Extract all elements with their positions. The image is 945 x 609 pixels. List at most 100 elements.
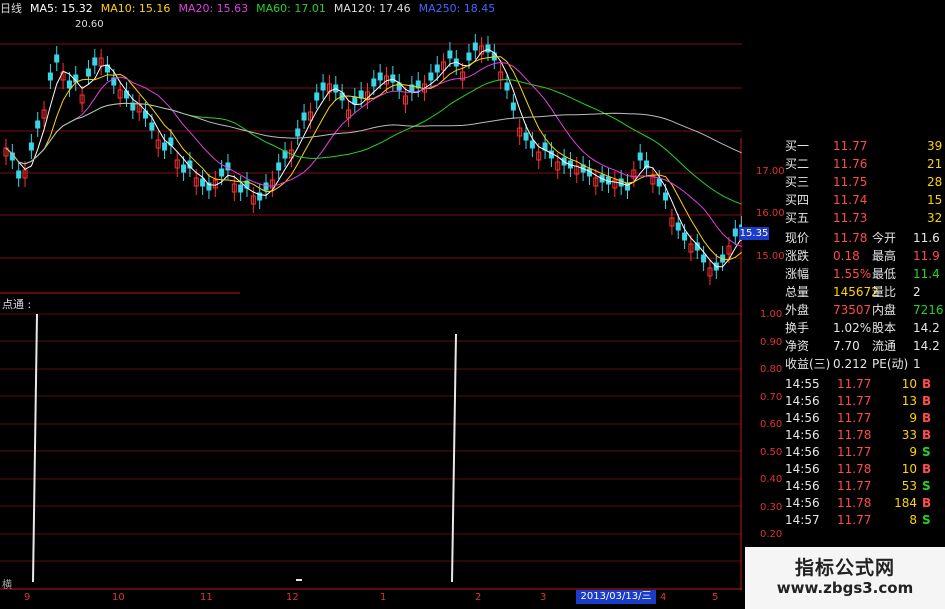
stat-row: 收益(三) 0.212 PE(动) 1: [785, 356, 945, 372]
bid-row[interactable]: 买四 11.74 15: [785, 192, 945, 208]
oscillator-panel: [32, 313, 457, 583]
tick-time: 14:56: [785, 428, 820, 442]
tick-row: 14:56 11.77 9 S: [785, 444, 945, 460]
stat-value: 73507: [833, 303, 872, 317]
cursor-date-tag: 2013/03/13/三: [576, 590, 656, 604]
candle-body: [637, 152, 643, 161]
ma120-label: MA120: 17.46: [333, 1, 411, 15]
stat-label-2: 股本: [872, 321, 897, 335]
tick-vol: 33: [901, 428, 917, 442]
tick-time: 14:56: [785, 394, 820, 408]
candle-body: [675, 222, 681, 231]
candle-body: [219, 168, 225, 177]
watermark-url: www.zbgs3.com: [776, 579, 914, 597]
candle-body: [301, 112, 307, 121]
bid-row[interactable]: 买一 11.77 39: [785, 138, 945, 154]
stat-row: 换手 1.02% 股本 14.2: [785, 320, 945, 336]
ma20-label: MA20: 15.63: [178, 1, 249, 15]
stat-value-2: 11.4: [913, 267, 940, 281]
candle-body: [377, 72, 383, 81]
stat-value-2: 14.2: [913, 339, 940, 353]
osc-scale-tick: 0.30: [760, 502, 783, 513]
oscillator-bottom-label: 横: [2, 580, 12, 591]
bid-volume: 28: [927, 175, 943, 189]
bid-label: 买三: [785, 175, 810, 189]
signal-spike: [32, 313, 38, 583]
x-tick: 1: [380, 592, 387, 603]
tick-time: 14:56: [785, 411, 820, 425]
bid-volume: 39: [927, 139, 943, 153]
candle-body: [16, 170, 22, 179]
stat-label-2: 内盘: [872, 303, 897, 317]
ma250-label: MA250: 18.45: [418, 1, 496, 15]
stat-label-2: 流通: [872, 339, 897, 353]
tick-vol: 8: [909, 513, 917, 527]
tick-row: 14:56 11.78 33 B: [785, 427, 945, 443]
ma60-label: MA60: 17.01: [256, 1, 326, 15]
stat-value-2: 11.9: [913, 249, 940, 263]
bid-label: 买一: [785, 139, 810, 153]
stat-row: 涨幅 1.55% 最低 11.4: [785, 266, 945, 282]
osc-scale-tick: 0.80: [760, 364, 783, 375]
watermark-title: 指标公式网: [794, 557, 895, 579]
stat-label: 涨幅: [785, 267, 810, 281]
candle-body: [66, 80, 72, 89]
tick-time: 14:56: [785, 496, 820, 510]
stat-label-2: 最高: [872, 249, 897, 263]
stat-label-2: 量比: [872, 285, 897, 299]
bid-row[interactable]: 买二 11.76 21: [785, 156, 945, 172]
tick-side: B: [922, 496, 932, 510]
candle-body: [701, 254, 707, 263]
bid-volume: 21: [927, 157, 943, 171]
candle-body: [485, 44, 491, 53]
tick-time: 14:56: [785, 479, 820, 493]
stat-label: 现价: [785, 231, 810, 245]
bid-price: 11.73: [833, 211, 868, 225]
candle-body: [28, 142, 34, 151]
stat-label: 净资: [785, 339, 810, 353]
x-tick: 10: [112, 592, 125, 603]
candle-body: [656, 178, 662, 187]
tick-vol: 9: [909, 411, 917, 425]
bid-price: 11.74: [833, 193, 868, 207]
stat-value: 0.18: [833, 249, 860, 263]
quote-panel: 买一 11.77 39 买二 11.76 21 买三 11.75 28 买四 1…: [785, 138, 945, 593]
x-tick: 9: [24, 592, 31, 603]
bid-row[interactable]: 买三 11.75 28: [785, 174, 945, 190]
ma-legend-bar: 日线 MA5: 15.32 MA10: 15.16 MA20: 15.63 MA…: [0, 0, 495, 16]
bid-row[interactable]: 买五 11.73 32: [785, 210, 945, 226]
tick-row: 14:57 11.77 8 S: [785, 512, 945, 528]
x-tick: 2: [475, 592, 482, 603]
x-tick: 12: [286, 592, 299, 603]
candle-body: [54, 54, 60, 63]
stat-value-2: 1: [913, 357, 921, 371]
period-label: 日线: [0, 2, 22, 15]
candle-body: [510, 102, 516, 111]
tick-price: 11.77: [837, 513, 872, 527]
candlestick-series: [3, 34, 742, 285]
candle-body: [428, 72, 434, 81]
stat-row: 涨跌 0.18 最高 11.9: [785, 248, 945, 264]
tick-side: B: [922, 428, 932, 442]
bid-price: 11.75: [833, 175, 868, 189]
candle-body: [447, 50, 453, 59]
tick-price: 11.78: [837, 462, 872, 476]
tick-time: 14:57: [785, 513, 820, 527]
osc-scale-tick: 0.50: [760, 447, 783, 458]
tick-row: 14:56 11.78 184 B: [785, 495, 945, 511]
tick-price: 11.78: [837, 428, 872, 442]
bid-volume: 32: [927, 211, 943, 225]
kline-chart[interactable]: [0, 0, 742, 590]
candle-body: [85, 68, 91, 77]
ma10-label: MA10: 15.16: [100, 1, 171, 15]
tick-side: S: [922, 479, 931, 493]
bid-price: 11.76: [833, 157, 868, 171]
tick-row: 14:56 11.77 53 S: [785, 478, 945, 494]
tick-row: 14:56 11.77 13 B: [785, 393, 945, 409]
tick-side: B: [922, 394, 932, 408]
candle-body: [529, 140, 535, 149]
current-price-tag: 15.35: [739, 227, 769, 240]
candle-body: [263, 182, 269, 191]
price-scale-tick: 15.00: [756, 251, 785, 262]
candle-body: [314, 92, 320, 101]
